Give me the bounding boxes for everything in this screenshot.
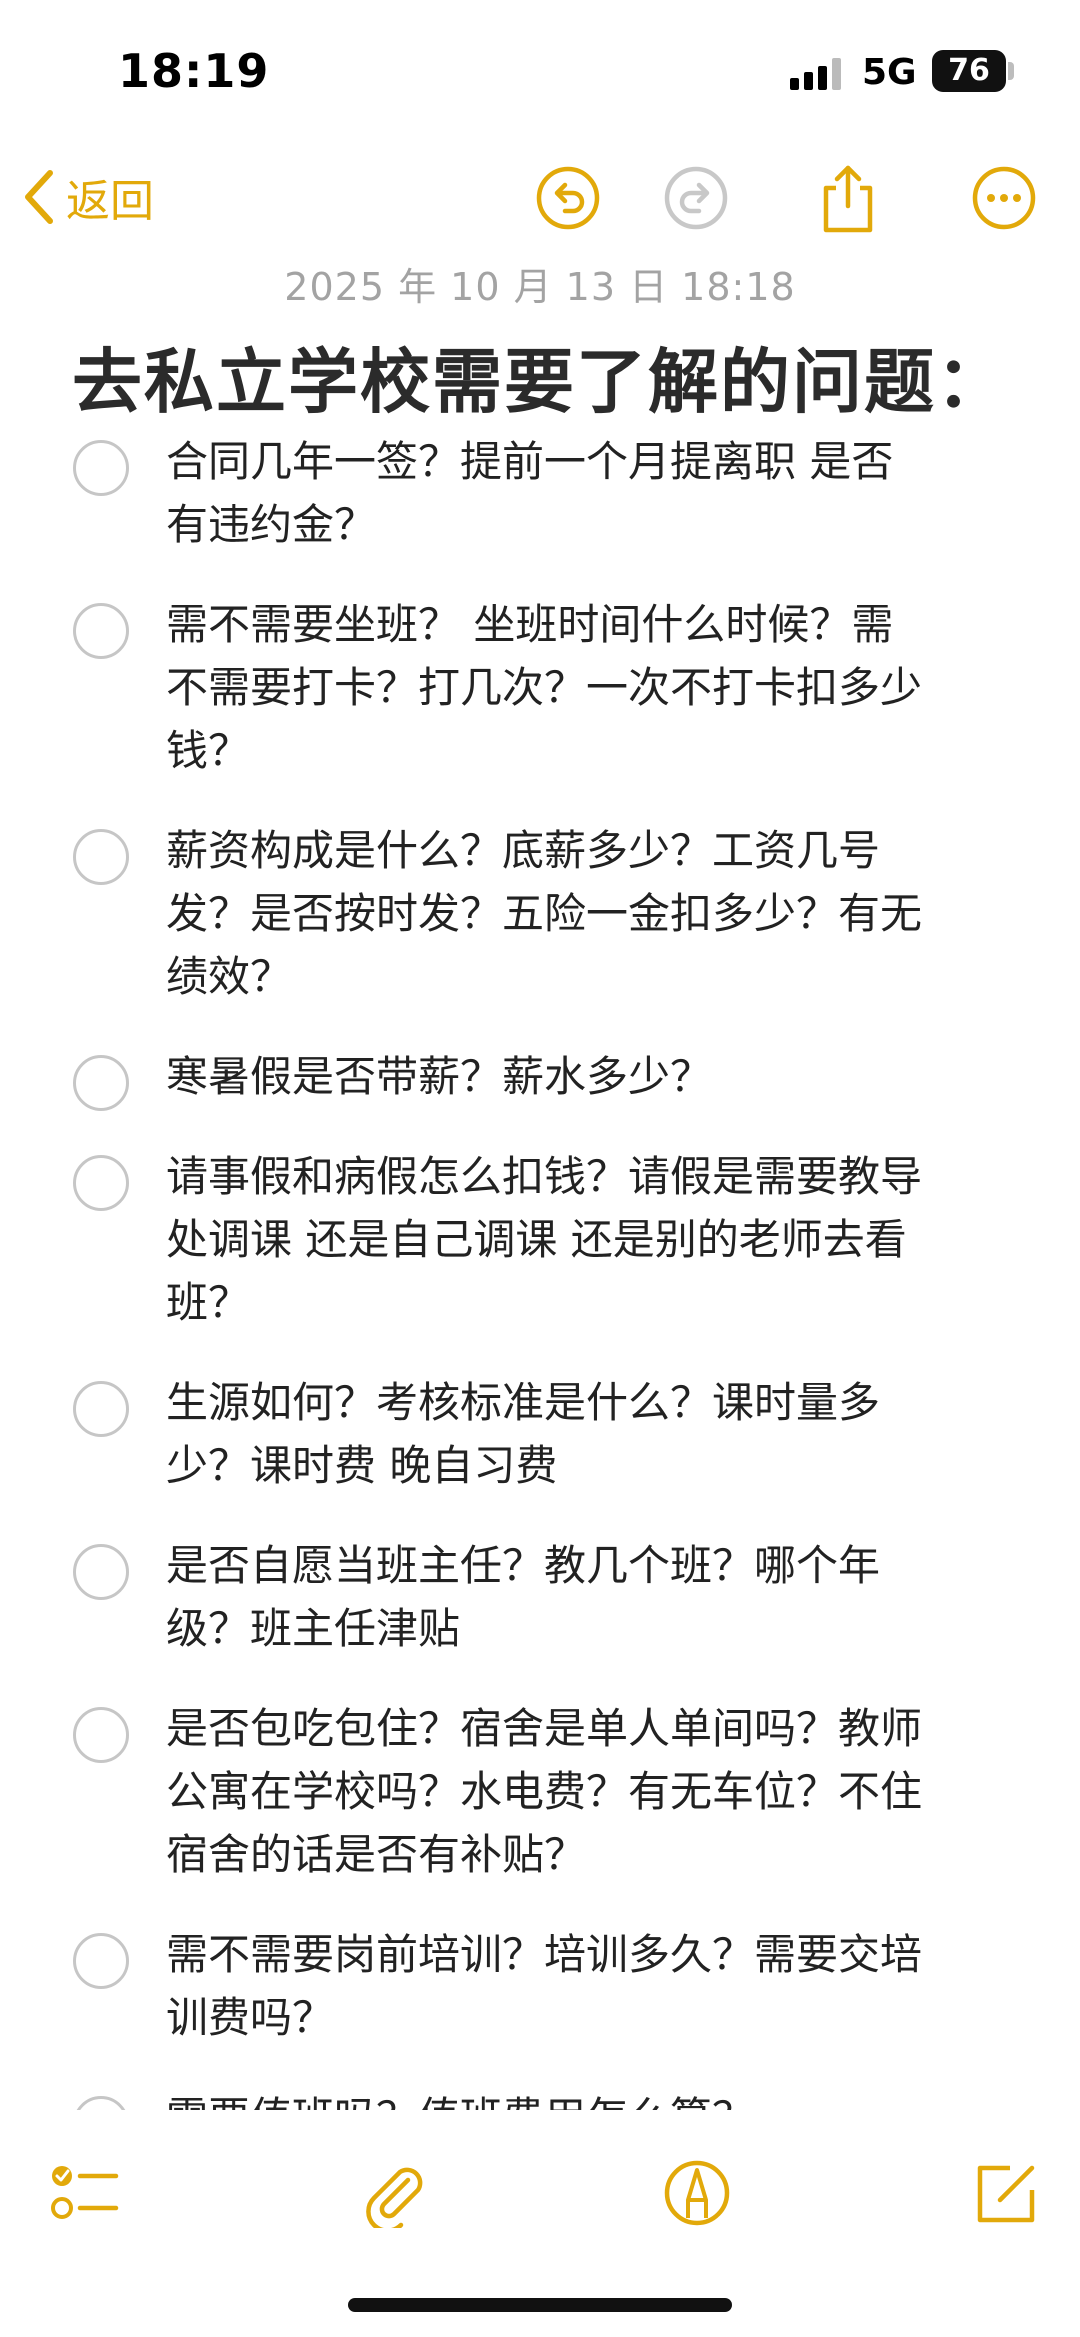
checkbox[interactable] [73, 603, 129, 659]
checklist-item-line: 需要值班吗？值班费用怎么算？ [166, 2086, 1036, 2110]
status-bar: 18:19 5G 76 [0, 0, 1080, 140]
checkbox[interactable] [73, 1155, 129, 1211]
signal-icon [790, 58, 846, 92]
checklist-item-line: 钱？ [166, 726, 251, 775]
checklist-item-text[interactable]: 需不需要岗前培训？培训多久？需要交培 训费吗？ [166, 1923, 1036, 2049]
markup-button[interactable] [652, 2148, 742, 2238]
checklist-item-line: 是否自愿当班主任？教几个班？哪个年 [166, 1541, 881, 1590]
more-icon [972, 166, 1036, 230]
battery-icon: 76 [932, 50, 1006, 92]
note-title[interactable]: 去私立学校需要了解的问题： [72, 326, 1008, 427]
checkbox[interactable] [73, 1933, 129, 1989]
checkbox[interactable] [73, 1707, 129, 1763]
checklist-item-line: 发？是否按时发？五险一金扣多少？有无 [166, 889, 923, 938]
checklist-item-line: 宿舍的话是否有补贴？ [166, 1830, 587, 1879]
network-type: 5G [862, 52, 917, 93]
undo-icon [536, 166, 600, 230]
compose-button[interactable] [960, 2148, 1050, 2238]
checklist-item-line: 处调课 还是自己调课 还是别的老师去看 [166, 1215, 907, 1264]
checkbox[interactable] [73, 1381, 129, 1437]
checklist-item-text[interactable]: 薪资构成是什么？底薪多少？工资几号 发？是否按时发？五险一金扣多少？有无 绩效？ [166, 819, 1036, 1008]
checklist-item-line: 是否包吃包住？宿舍是单人单间吗？教师 [166, 1704, 923, 1753]
checklist-item-text[interactable]: 合同几年一签？提前一个月提离职 是否 有违约金？ [166, 430, 1036, 556]
compose-icon [977, 2165, 1035, 2223]
battery-cap [1008, 62, 1014, 80]
status-time: 18:19 [118, 44, 270, 98]
back-button[interactable]: 返回 [22, 162, 154, 232]
checklist-item-text[interactable]: 生源如何？考核标准是什么？课时量多 少？课时费 晚自习费 [166, 1371, 1036, 1497]
home-indicator[interactable] [348, 2298, 732, 2312]
nav-bar: 返回 [0, 150, 1080, 250]
share-icon [823, 165, 873, 233]
checklist-item-text[interactable]: 是否包吃包住？宿舍是单人单间吗？教师 公寓在学校吗？水电费？有无车位？不住 宿舍的话… [166, 1697, 1036, 1886]
redo-icon [664, 166, 728, 230]
checklist-button[interactable] [40, 2148, 130, 2238]
checklist-item-line: 训费吗？ [166, 1993, 335, 2042]
checklist-item-text[interactable]: 是否自愿当班主任？教几个班？哪个年 级？班主任津贴 [166, 1534, 1036, 1660]
bottom-toolbar [0, 2138, 1080, 2248]
attachment-button[interactable] [350, 2148, 440, 2238]
undo-button[interactable] [528, 158, 608, 238]
checklist-item-text[interactable]: 请事假和病假怎么扣钱？请假是需要教导 处调课 还是自己调课 还是别的老师去看 班？ [166, 1145, 1036, 1334]
note-date: 2025 年 10 月 13 日 18:18 [284, 265, 796, 309]
checklist-item-line: 寒暑假是否带薪？薪水多少？ [166, 1052, 713, 1101]
checklist-item-text[interactable]: 寒暑假是否带薪？薪水多少？ [166, 1045, 1036, 1108]
checklist-item-line: 需不需要坐班？ 坐班时间什么时候？需 [166, 600, 894, 649]
note-body[interactable]: 合同几年一签？提前一个月提离职 是否 有违约金？ 需不需要坐班？ 坐班时间什么时候？… [0, 430, 1080, 2110]
checklist-item-text[interactable]: 需不需要坐班？ 坐班时间什么时候？需 不需要打卡？打几次？一次不打卡扣多少 钱？ [166, 593, 1036, 782]
checklist-item-line: 少？课时费 晚自习费 [166, 1441, 558, 1490]
back-label: 返回 [66, 176, 154, 227]
checkbox[interactable] [73, 2096, 129, 2110]
checklist-item-line: 需不需要岗前培训？培训多久？需要交培 [166, 1930, 923, 1979]
checklist-item-line: 合同几年一签？提前一个月提离职 是否 [166, 437, 894, 486]
share-button[interactable] [808, 158, 888, 238]
checklist-item-line: 班？ [166, 1278, 251, 1327]
checklist-item-line: 级？班主任津贴 [166, 1604, 461, 1653]
checkbox[interactable] [73, 829, 129, 885]
checklist-item-line: 有违约金？ [166, 500, 377, 549]
checklist-icon [51, 2166, 119, 2219]
markup-icon [664, 2160, 730, 2226]
checkbox[interactable] [73, 1544, 129, 1600]
checklist-item-line: 绩效？ [166, 952, 293, 1001]
chevron-left-icon [25, 170, 53, 224]
checkbox[interactable] [73, 1055, 129, 1111]
checklist-item-line: 薪资构成是什么？底薪多少？工资几号 [166, 826, 881, 875]
more-button[interactable] [964, 158, 1044, 238]
checkbox[interactable] [73, 440, 129, 496]
checklist-item-line: 不需要打卡？打几次？一次不打卡扣多少 [166, 663, 923, 712]
battery-level: 76 [948, 53, 990, 88]
attachment-icon [366, 2167, 423, 2228]
redo-button[interactable] [656, 158, 736, 238]
checklist-item-line: 生源如何？考核标准是什么？课时量多 [166, 1378, 881, 1427]
checklist-item-line: 公寓在学校吗？水电费？有无车位？不住 [166, 1767, 923, 1816]
checklist-item-text[interactable]: 需要值班吗？值班费用怎么算？ [166, 2086, 1036, 2110]
checklist-item-line: 请事假和病假怎么扣钱？请假是需要教导 [166, 1152, 923, 1201]
